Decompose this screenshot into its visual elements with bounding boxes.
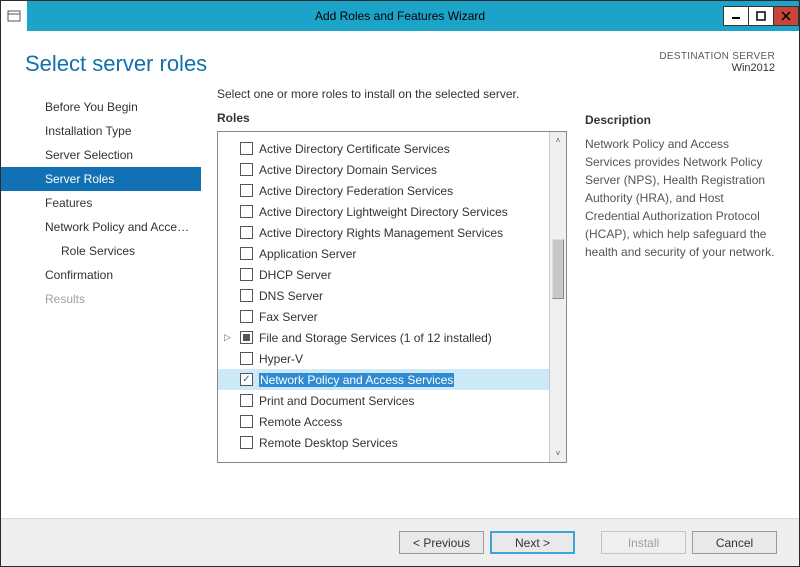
destination-label: DESTINATION SERVER	[659, 51, 775, 62]
nav-step[interactable]: Before You Begin	[1, 95, 201, 119]
role-label: Hyper-V	[259, 352, 303, 366]
main-panel: Select one or more roles to install on t…	[201, 87, 799, 463]
role-label: DNS Server	[259, 289, 323, 303]
expand-icon[interactable]: ▷	[224, 332, 231, 343]
scroll-down-button[interactable]: ˅	[550, 445, 566, 462]
role-item[interactable]: Active Directory Federation Services	[218, 180, 549, 201]
role-label: Active Directory Certificate Services	[259, 142, 450, 156]
app-icon	[1, 1, 27, 31]
roles-list: Active Directory Certificate Services Act…	[218, 132, 549, 462]
instruction-text: Select one or more roles to install on t…	[217, 87, 775, 101]
destination-server: Win2012	[659, 62, 775, 74]
role-label: Remote Desktop Services	[259, 436, 398, 450]
role-item[interactable]: Remote Access	[218, 411, 549, 432]
scrollbar[interactable]: ˄ ˅	[549, 132, 566, 462]
destination-info: DESTINATION SERVER Win2012	[659, 51, 775, 77]
role-item[interactable]: DNS Server	[218, 285, 549, 306]
role-checkbox[interactable]	[240, 247, 253, 260]
scroll-thumb[interactable]	[552, 239, 564, 299]
window-title: Add Roles and Features Wizard	[1, 9, 799, 23]
title-bar[interactable]: Add Roles and Features Wizard	[1, 1, 799, 31]
nav-step[interactable]: Network Policy and Acces...	[1, 215, 201, 239]
role-label: DHCP Server	[259, 268, 331, 282]
close-button[interactable]	[773, 6, 799, 26]
nav-step[interactable]: Installation Type	[1, 119, 201, 143]
role-checkbox[interactable]	[240, 394, 253, 407]
role-item[interactable]: Active Directory Rights Management Servi…	[218, 222, 549, 243]
role-item[interactable]: DHCP Server	[218, 264, 549, 285]
role-checkbox[interactable]	[240, 415, 253, 428]
window-controls	[724, 6, 799, 26]
role-label: Active Directory Rights Management Servi…	[259, 226, 503, 240]
role-label: Fax Server	[259, 310, 318, 324]
install-button: Install	[601, 531, 686, 554]
role-item[interactable]: Active Directory Lightweight Directory S…	[218, 201, 549, 222]
role-checkbox[interactable]	[240, 352, 253, 365]
role-checkbox[interactable]	[240, 142, 253, 155]
content-area: Before You BeginInstallation TypeServer …	[1, 87, 799, 463]
nav-step: Results	[1, 287, 201, 311]
role-item[interactable]: Hyper-V	[218, 348, 549, 369]
roles-header: Roles	[217, 111, 567, 125]
description-column: Description Network Policy and Access Se…	[585, 111, 775, 463]
role-item[interactable]: Active Directory Certificate Services	[218, 138, 549, 159]
role-checkbox[interactable]	[240, 268, 253, 281]
wizard-steps-sidebar: Before You BeginInstallation TypeServer …	[1, 87, 201, 463]
role-item[interactable]: Print and Document Services	[218, 390, 549, 411]
scroll-up-button[interactable]: ˄	[550, 132, 566, 149]
role-checkbox[interactable]	[240, 205, 253, 218]
nav-step[interactable]: Server Roles	[1, 167, 201, 191]
button-bar: < Previous Next > Install Cancel	[1, 518, 799, 566]
nav-step[interactable]: Server Selection	[1, 143, 201, 167]
columns: Roles Active Directory Certificate Servi…	[217, 111, 775, 463]
role-item[interactable]: ▷ File and Storage Services (1 of 12 inst…	[218, 327, 549, 348]
role-checkbox[interactable]: ✓	[240, 373, 253, 386]
role-label: Remote Access	[259, 415, 342, 429]
role-label: Application Server	[259, 247, 356, 261]
maximize-button[interactable]	[748, 6, 774, 26]
header: Select server roles DESTINATION SERVER W…	[1, 31, 799, 87]
role-checkbox[interactable]	[240, 331, 253, 344]
previous-button[interactable]: < Previous	[399, 531, 484, 554]
wizard-window: Add Roles and Features Wizard Select ser…	[0, 0, 800, 567]
page-title: Select server roles	[25, 51, 207, 77]
role-item[interactable]: Remote Desktop Services	[218, 432, 549, 453]
nav-step[interactable]: Features	[1, 191, 201, 215]
nav-step[interactable]: Role Services	[1, 239, 201, 263]
description-header: Description	[585, 111, 775, 129]
cancel-button[interactable]: Cancel	[692, 531, 777, 554]
description-text: Network Policy and Access Services provi…	[585, 135, 775, 261]
role-checkbox[interactable]	[240, 226, 253, 239]
role-label: Print and Document Services	[259, 394, 414, 408]
role-label: File and Storage Services (1 of 12 insta…	[259, 331, 492, 345]
roles-listbox[interactable]: Active Directory Certificate Services Act…	[217, 131, 567, 463]
nav-step[interactable]: Confirmation	[1, 263, 201, 287]
minimize-button[interactable]	[723, 6, 749, 26]
role-item[interactable]: Application Server	[218, 243, 549, 264]
role-checkbox[interactable]	[240, 310, 253, 323]
role-checkbox[interactable]	[240, 436, 253, 449]
role-item[interactable]: ✓ Network Policy and Access Services	[218, 369, 549, 390]
scroll-track[interactable]	[550, 149, 566, 445]
role-label: Network Policy and Access Services	[259, 373, 454, 387]
role-label: Active Directory Lightweight Directory S…	[259, 205, 508, 219]
role-label: Active Directory Federation Services	[259, 184, 453, 198]
role-label: Active Directory Domain Services	[259, 163, 437, 177]
role-checkbox[interactable]	[240, 184, 253, 197]
wizard-body: Select server roles DESTINATION SERVER W…	[1, 31, 799, 566]
role-item[interactable]: Active Directory Domain Services	[218, 159, 549, 180]
role-checkbox[interactable]	[240, 163, 253, 176]
role-checkbox[interactable]	[240, 289, 253, 302]
next-button[interactable]: Next >	[490, 531, 575, 554]
role-item[interactable]: Fax Server	[218, 306, 549, 327]
roles-column: Roles Active Directory Certificate Servi…	[217, 111, 567, 463]
